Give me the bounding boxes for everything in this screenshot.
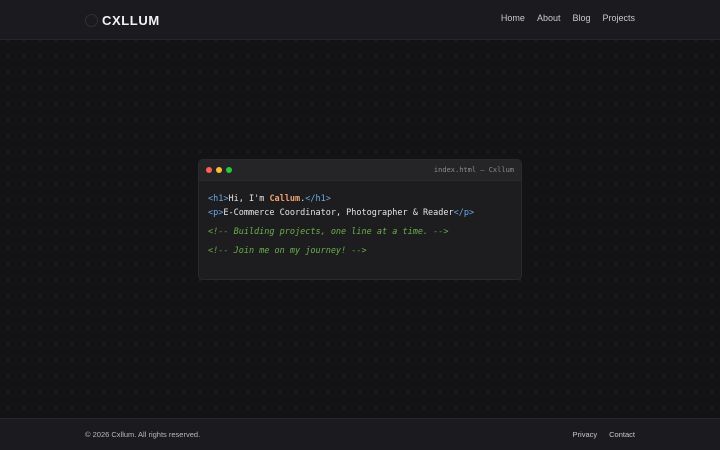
main-nav: Home About Blog Projects <box>489 13 635 23</box>
copyright-text: © 2026 Cxllum. All rights reserved. <box>85 430 201 439</box>
p-role-text: E-Commerce Coordinator, Photographer & R… <box>223 208 454 218</box>
brand[interactable]: CXLLUM <box>85 11 160 29</box>
h1-open-tag: <h1> <box>208 194 229 204</box>
minimize-dot-icon <box>216 167 222 173</box>
code-comment-journey: <!-- Join me on my journey! --> <box>208 246 367 256</box>
brand-name[interactable]: CXLLUM <box>102 13 160 28</box>
code-line-h1: <h1>Hi, I'm Callum.</h1> <box>208 192 474 206</box>
footer-links: Privacy Contact <box>561 430 635 439</box>
nav-about-link[interactable]: About <box>537 13 561 23</box>
code-editor-window: index.html — Cxllum <h1>Hi, I'm Callum.<… <box>198 159 522 280</box>
editor-file-title: index.html — Cxllum <box>433 166 514 174</box>
p-close-tag: </p> <box>453 208 475 218</box>
h1-close-tag: </h1> <box>305 194 331 204</box>
code-line-p: <p>E-Commerce Coordinator, Photographer … <box>208 206 474 220</box>
code-comment-building: <!-- Building projects, one line at a ti… <box>208 227 449 237</box>
editor-titlebar: index.html — Cxllum <box>199 160 521 181</box>
close-dot-icon <box>206 167 212 173</box>
nav-blog-link[interactable]: Blog <box>572 13 590 23</box>
site-header: CXLLUM Home About Blog Projects <box>0 0 720 40</box>
code-block: <h1>Hi, I'm Callum.</h1> <p>E-Commerce C… <box>208 192 474 258</box>
h1-name-text: Callum <box>269 194 301 204</box>
footer-contact-link[interactable]: Contact <box>609 430 635 439</box>
nav-home-link[interactable]: Home <box>501 13 525 23</box>
nav-projects-link[interactable]: Projects <box>602 13 635 23</box>
site-footer: © 2026 Cxllum. All rights reserved. Priv… <box>0 418 720 450</box>
footer-privacy-link[interactable]: Privacy <box>573 430 598 439</box>
p-open-tag: <p> <box>208 208 224 218</box>
h1-greeting-text: Hi, I'm <box>228 194 270 204</box>
maximize-dot-icon <box>226 167 232 173</box>
circle-logo-icon <box>85 13 98 27</box>
